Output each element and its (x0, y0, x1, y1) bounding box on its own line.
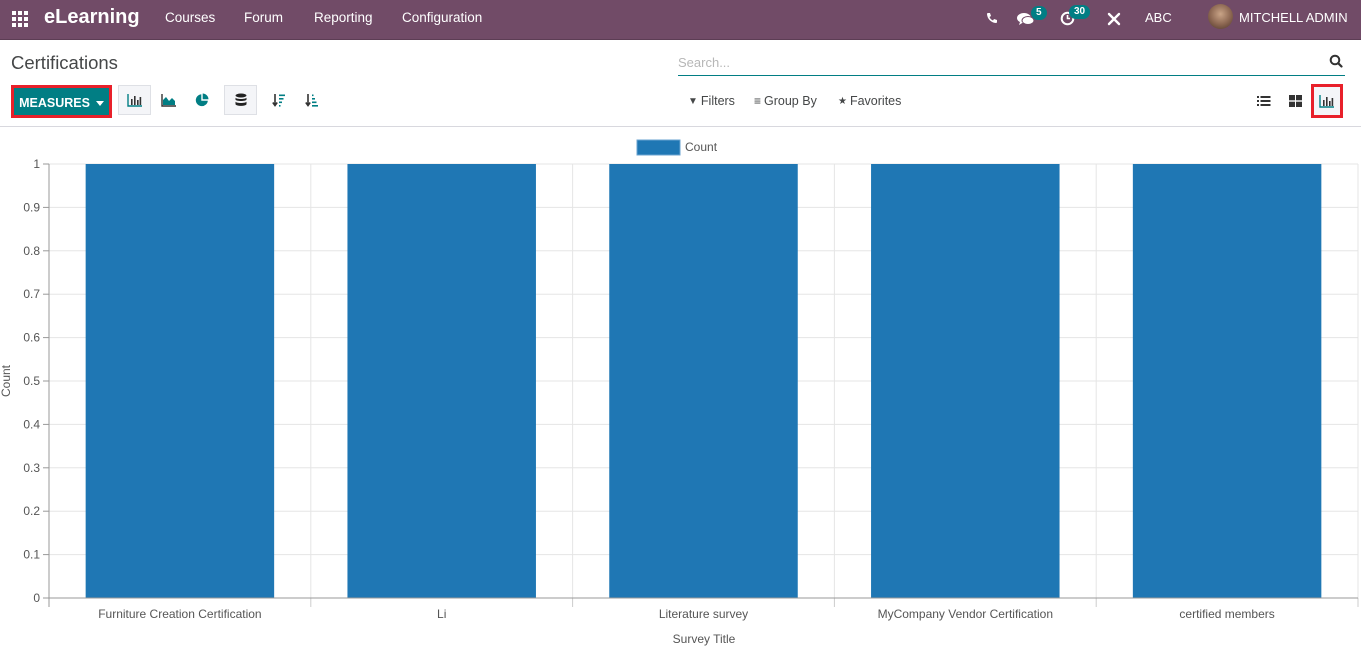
tools-icon (1107, 12, 1121, 26)
y-tick-label: 0.6 (23, 331, 40, 345)
phone-icon (987, 13, 997, 23)
y-axis-title: Count (0, 364, 13, 397)
menu-courses[interactable]: Courses (165, 10, 215, 25)
favorites-button[interactable]: ★ Favorites (838, 94, 901, 108)
group-by-label: Group By (764, 94, 817, 108)
list-icon (1257, 96, 1271, 106)
y-tick-label: 0.4 (23, 417, 40, 431)
page-title: Certifications (11, 52, 118, 73)
bar-4[interactable] (1132, 164, 1322, 598)
messages-button[interactable]: 5 (1016, 0, 1047, 40)
menu-configuration[interactable]: Configuration (402, 10, 482, 25)
y-tick-label: 0.2 (23, 504, 40, 518)
bar-chart-icon (1319, 95, 1334, 108)
kanban-view-button[interactable] (1280, 86, 1310, 116)
y-tick-label: 0.8 (23, 244, 40, 258)
graph-view: 0 0.1 0.2 0.3 0.4 0.5 0.6 0.7 0.8 0.9 1 Furniture C… (0, 128, 1361, 649)
measures-label: MEASURES (19, 96, 90, 110)
line-chart-button[interactable] (152, 85, 185, 115)
bar-chart: 0 0.1 0.2 0.3 0.4 0.5 0.6 0.7 0.8 0.9 1 Furniture C… (0, 139, 1359, 646)
y-tick-label: 0.3 (23, 461, 40, 475)
messages-badge: 5 (1031, 6, 1047, 20)
x-tick-label: Literature survey (659, 607, 748, 621)
filters-label: Filters (700, 94, 735, 108)
x-tick-label: Furniture Creation Certification (98, 607, 261, 621)
activities-badge: 30 (1069, 5, 1091, 19)
company-switcher[interactable]: ABC (1145, 10, 1172, 25)
user-avatar[interactable] (1208, 4, 1233, 29)
search-icon[interactable] (1329, 54, 1343, 68)
bar-chart-icon (126, 94, 142, 107)
bar-0[interactable] (85, 164, 275, 598)
activities-button[interactable]: 30 (1060, 0, 1094, 40)
database-stack-icon (235, 93, 246, 106)
user-menu[interactable]: MITCHELL ADMIN (1239, 10, 1348, 25)
chart-bars (85, 164, 1322, 598)
menu-forum[interactable]: Forum (244, 10, 283, 25)
bar-2[interactable] (609, 164, 798, 598)
y-tick-label: 0.5 (23, 374, 40, 388)
apps-grid-icon[interactable] (12, 11, 28, 27)
app-name[interactable]: eLearning (44, 6, 140, 29)
kanban-icon (1288, 95, 1302, 107)
filters-button[interactable]: ▼ Filters (688, 94, 735, 108)
debug-tools-button[interactable] (1106, 0, 1122, 40)
bar-3[interactable] (871, 164, 1060, 598)
x-tick-label: certified members (1179, 607, 1274, 621)
y-tick-label: 1 (33, 157, 40, 171)
area-chart-icon (160, 94, 176, 107)
chart-legend: Count (636, 139, 718, 156)
sort-ascending-icon (304, 94, 318, 107)
sort-ascending-button[interactable] (295, 85, 328, 115)
legend-label-count[interactable]: Count (685, 140, 718, 154)
filter-icon: ▼ (688, 95, 698, 107)
measures-highlight: MEASURES (11, 85, 112, 118)
x-tick-label: MyCompany Vendor Certification (878, 607, 1053, 621)
sort-descending-button[interactable] (262, 85, 295, 115)
group-by-button[interactable]: ≡ Group By (754, 94, 817, 108)
y-tick-label: 0.9 (23, 200, 40, 214)
caret-down-icon (95, 100, 104, 106)
measures-button[interactable]: MEASURES (14, 88, 109, 115)
legend-swatch-count[interactable] (636, 139, 681, 156)
favorites-label: Favorites (849, 94, 902, 108)
menu-reporting[interactable]: Reporting (314, 10, 373, 25)
star-icon: ★ (838, 95, 847, 107)
search-input[interactable] (678, 52, 1318, 72)
group-by-icon: ≡ (754, 94, 762, 108)
y-tick-label: 0.7 (23, 287, 40, 301)
pie-chart-icon (195, 93, 208, 107)
stacked-button[interactable] (224, 85, 257, 115)
y-tick-label: 0.1 (23, 548, 40, 562)
bar-1[interactable] (347, 164, 536, 598)
list-view-button[interactable] (1249, 86, 1279, 116)
control-panel: Certifications MEASURES (0, 40, 1361, 127)
x-axis-title: Survey Title (673, 632, 736, 646)
graph-view-button[interactable] (1311, 84, 1343, 118)
pie-chart-button[interactable] (185, 85, 218, 115)
top-navbar: eLearning Courses Forum Reporting Config… (0, 0, 1361, 40)
x-tick-label: Li (437, 607, 446, 621)
bar-chart-button[interactable] (118, 85, 151, 115)
sort-descending-icon (271, 94, 285, 107)
y-tick-label: 0 (33, 591, 40, 605)
phone-button[interactable] (984, 0, 1000, 40)
search-bar (678, 50, 1345, 76)
